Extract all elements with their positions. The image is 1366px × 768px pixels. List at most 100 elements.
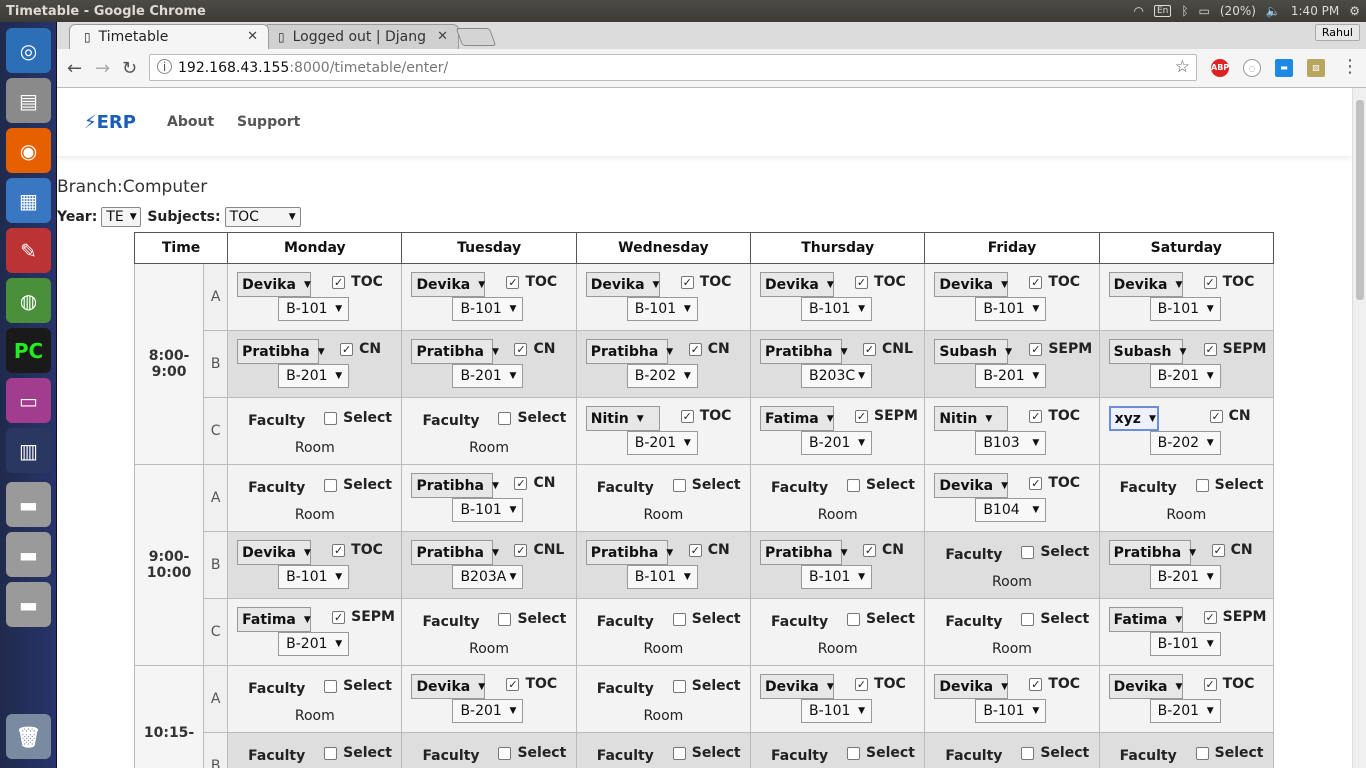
faculty-select[interactable]: Pratibha ▼ xyxy=(1108,540,1196,565)
bookmark-star-icon[interactable]: ☆ xyxy=(1175,57,1190,77)
clock[interactable]: 1:40 PM xyxy=(1291,4,1339,18)
checkbox-empty-icon[interactable] xyxy=(672,478,686,492)
checkbox-checked-icon[interactable]: ✓ xyxy=(855,275,869,289)
subject-checkbox[interactable]: ✓ CN xyxy=(514,475,555,491)
subject-checkbox[interactable]: ✓ TOC xyxy=(855,676,906,692)
checkbox-empty-icon[interactable] xyxy=(1021,746,1035,760)
room-select[interactable]: B-201 ▼ xyxy=(1149,364,1221,388)
subject-checkbox[interactable]: ✓ CNL xyxy=(863,341,913,357)
select-checkbox[interactable]: Select xyxy=(498,745,566,761)
scrollbar-thumb[interactable] xyxy=(1356,100,1364,300)
faculty-select[interactable]: Pratibha ▼ xyxy=(585,339,673,364)
subject-checkbox[interactable]: ✓ SEPM xyxy=(1203,609,1266,625)
extension-icon[interactable]: ▬ xyxy=(1275,59,1293,77)
room-select[interactable]: B-101 ▼ xyxy=(1149,632,1221,656)
checkbox-checked-icon[interactable]: ✓ xyxy=(1203,342,1217,356)
close-tab-icon[interactable]: ✕ xyxy=(437,29,448,44)
checkbox-checked-icon[interactable]: ✓ xyxy=(1029,476,1043,490)
faculty-select[interactable]: Fatima ▼ xyxy=(1108,607,1183,632)
checkbox-checked-icon[interactable]: ✓ xyxy=(340,342,354,356)
checkbox-empty-icon[interactable] xyxy=(847,746,861,760)
checkbox-checked-icon[interactable]: ✓ xyxy=(1029,409,1043,423)
extension-icon[interactable]: ◌ xyxy=(1243,59,1261,77)
checkbox-empty-icon[interactable] xyxy=(672,746,686,760)
chrome-icon[interactable]: ◍ xyxy=(6,278,51,323)
info-icon[interactable]: i xyxy=(157,59,172,74)
select-checkbox[interactable]: Select xyxy=(1021,544,1089,560)
subject-checkbox[interactable]: ✓ CN xyxy=(1211,542,1253,558)
room-select[interactable]: B203A ▼ xyxy=(452,565,524,589)
checkbox-empty-icon[interactable] xyxy=(1021,545,1035,559)
room-select[interactable]: B-201 ▼ xyxy=(1149,699,1221,723)
subject-checkbox[interactable]: ✓ TOC xyxy=(1029,475,1080,491)
subject-checkbox[interactable]: ✓ SEPM xyxy=(855,408,918,424)
checkbox-empty-icon[interactable] xyxy=(324,746,338,760)
checkbox-empty-icon[interactable] xyxy=(498,746,512,760)
subject-checkbox[interactable]: ✓ TOC xyxy=(680,274,731,290)
select-checkbox[interactable]: Select xyxy=(324,678,392,694)
tab-timetable[interactable]: ▯ Timetable ✕ xyxy=(69,24,269,49)
gear-icon[interactable]: ⚙ xyxy=(1349,4,1360,18)
room-select[interactable]: B-202 ▼ xyxy=(626,364,698,388)
checkbox-checked-icon[interactable]: ✓ xyxy=(332,610,346,624)
checkbox-checked-icon[interactable]: ✓ xyxy=(506,677,520,691)
select-checkbox[interactable]: Select xyxy=(498,611,566,627)
checkbox-checked-icon[interactable]: ✓ xyxy=(514,476,528,490)
checkbox-empty-icon[interactable] xyxy=(1021,612,1035,626)
select-checkbox[interactable]: Select xyxy=(1021,611,1089,627)
subject-checkbox[interactable]: ✓ SEPM xyxy=(332,609,395,625)
checkbox-checked-icon[interactable]: ✓ xyxy=(688,543,702,557)
room-select[interactable]: B-101 ▼ xyxy=(801,297,873,321)
bluetooth-icon[interactable]: ᛒ xyxy=(1181,4,1188,18)
checkbox-empty-icon[interactable] xyxy=(324,478,338,492)
faculty-select[interactable]: Subash ▼ xyxy=(934,339,1012,364)
subject-checkbox[interactable]: ✓ TOC xyxy=(332,274,383,290)
room-select[interactable]: B-201 ▼ xyxy=(975,364,1047,388)
brand-logo[interactable]: ⚡ERP xyxy=(84,112,136,133)
checkbox-checked-icon[interactable]: ✓ xyxy=(514,543,528,557)
subject-checkbox[interactable]: ✓ TOC xyxy=(332,542,383,558)
room-select[interactable]: B-201 ▼ xyxy=(801,431,873,455)
checkbox-checked-icon[interactable]: ✓ xyxy=(863,342,877,356)
room-select[interactable]: B203C ▼ xyxy=(801,364,873,388)
close-tab-icon[interactable]: ✕ xyxy=(247,29,258,44)
checkbox-empty-icon[interactable] xyxy=(324,679,338,693)
faculty-select[interactable]: xyz ▼ xyxy=(1108,406,1159,431)
checkbox-checked-icon[interactable]: ✓ xyxy=(1203,677,1217,691)
volume-icon[interactable]: 🔈 xyxy=(1266,4,1281,18)
faculty-select[interactable]: Pratibha ▼ xyxy=(760,540,848,565)
select-checkbox[interactable]: Select xyxy=(1195,745,1264,761)
nav-support-link[interactable]: Support xyxy=(237,114,300,130)
page-scrollbar[interactable] xyxy=(1352,88,1366,768)
checkbox-checked-icon[interactable]: ✓ xyxy=(332,275,346,289)
room-select[interactable]: B-101 ▼ xyxy=(1149,297,1221,321)
trash-icon[interactable]: 🗑 xyxy=(6,714,51,759)
subject-checkbox[interactable]: ✓ CN xyxy=(514,341,555,357)
room-select[interactable]: B-101 ▼ xyxy=(801,699,873,723)
checkbox-checked-icon[interactable]: ✓ xyxy=(1211,543,1225,557)
subject-checkbox[interactable]: ✓ SEPM xyxy=(1029,341,1092,357)
faculty-select[interactable]: Devika ▼ xyxy=(1108,674,1183,699)
checkbox-empty-icon[interactable] xyxy=(847,612,861,626)
subject-checkbox[interactable]: ✓ TOC xyxy=(1203,274,1254,290)
select-checkbox[interactable]: Select xyxy=(324,745,392,761)
faculty-select[interactable]: Devika ▼ xyxy=(411,674,486,699)
faculty-select[interactable]: Devika ▼ xyxy=(934,272,1009,297)
checkbox-checked-icon[interactable]: ✓ xyxy=(1029,677,1043,691)
faculty-select[interactable]: Pratibha ▼ xyxy=(411,540,499,565)
faculty-select[interactable]: Devika ▼ xyxy=(411,272,486,297)
faculty-select[interactable]: Nitin ▼ xyxy=(585,406,660,431)
faculty-select[interactable]: Pratibha ▼ xyxy=(237,339,325,364)
year-select[interactable]: TE ▼ xyxy=(101,207,142,227)
faculty-select[interactable]: Devika ▼ xyxy=(585,272,660,297)
menu-icon[interactable]: ⋮ xyxy=(1341,56,1359,77)
keyboard-layout[interactable]: En xyxy=(1153,5,1172,17)
room-select[interactable]: B-101 ▼ xyxy=(626,565,698,589)
checkbox-checked-icon[interactable]: ✓ xyxy=(688,342,702,356)
faculty-select[interactable]: Fatima ▼ xyxy=(237,607,312,632)
faculty-select[interactable]: Devika ▼ xyxy=(934,473,1009,498)
select-checkbox[interactable]: Select xyxy=(1195,477,1264,493)
checkbox-checked-icon[interactable]: ✓ xyxy=(1029,275,1043,289)
faculty-select[interactable]: Pratibha ▼ xyxy=(585,540,673,565)
forward-icon[interactable]: → xyxy=(95,58,110,79)
